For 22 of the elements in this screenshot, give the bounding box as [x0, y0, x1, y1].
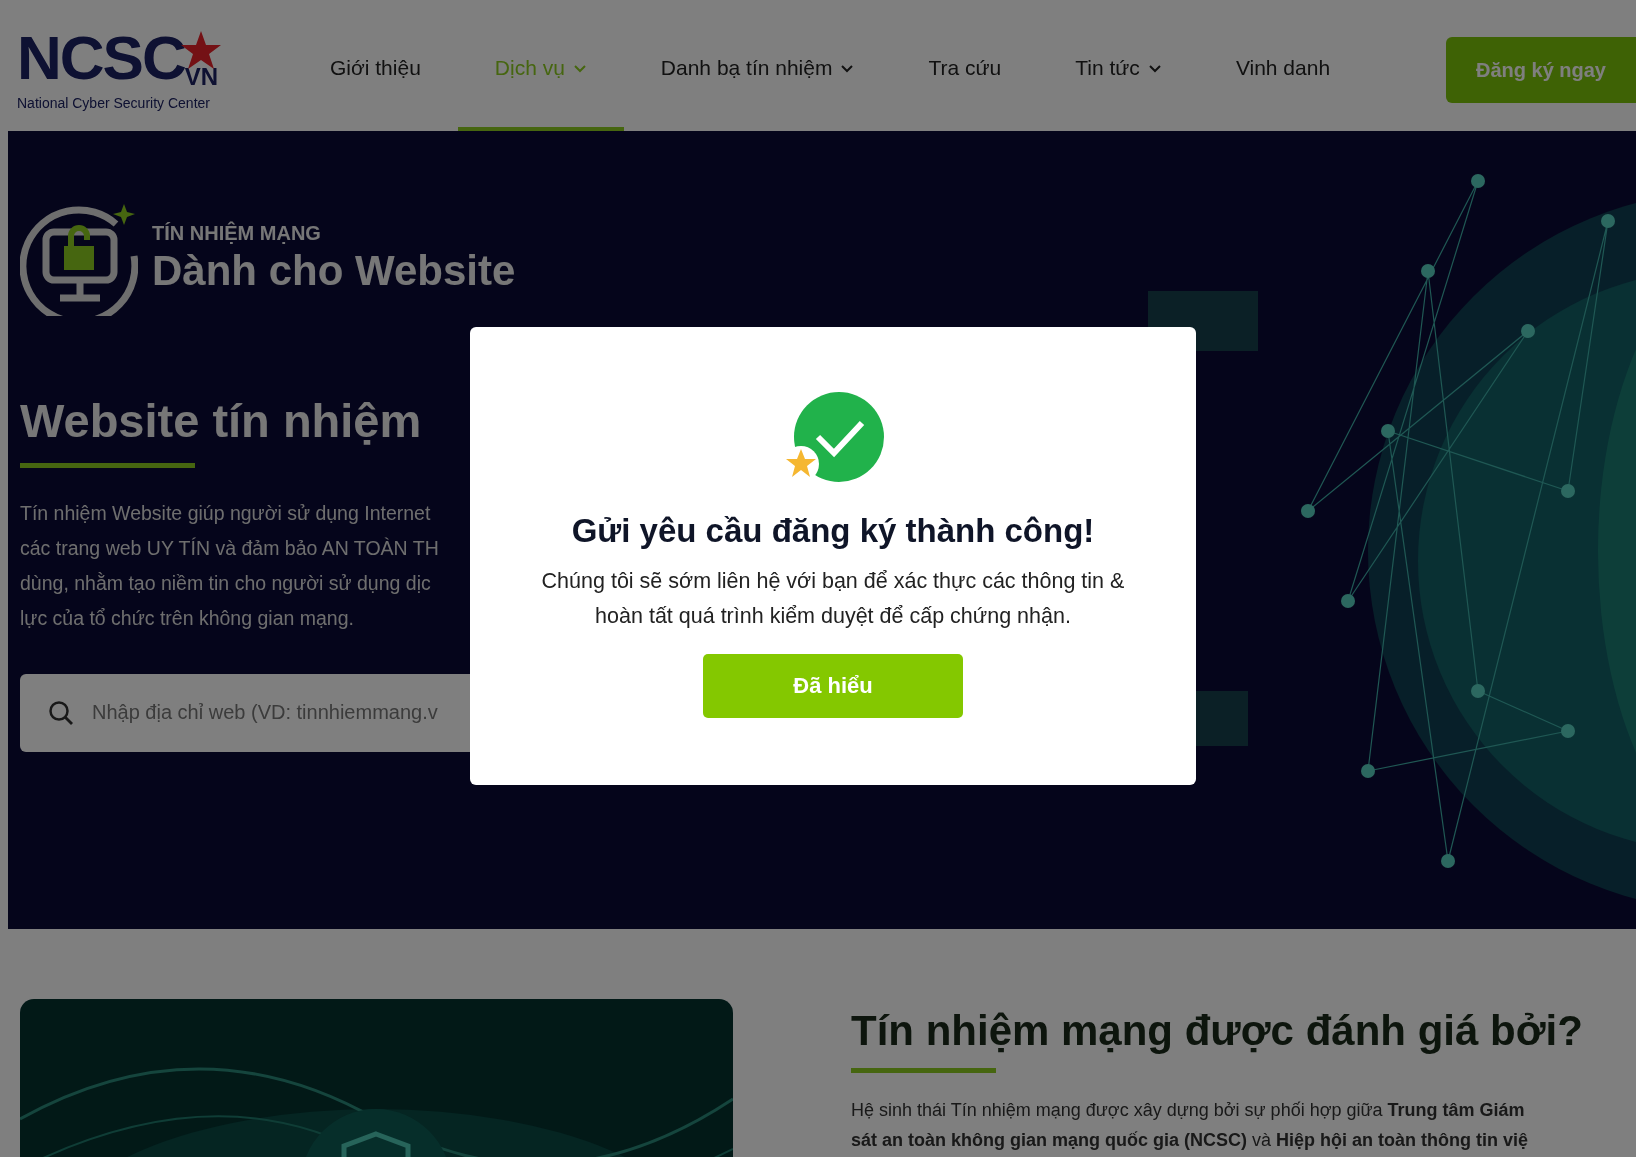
description-line: các trang web UY TÍN và đảm bảo AN TOÀN TH — [20, 535, 439, 561]
nav-link[interactable]: Tin tức — [1038, 9, 1199, 131]
hero-title: Website tín nhiệm — [20, 393, 422, 449]
modal-title: Gửi yêu cầu đăng ký thành công! — [571, 511, 1095, 551]
description-line: dùng, nhằm tạo niềm tin cho người sử dụng dịc — [20, 570, 431, 596]
nav-link[interactable]: Giới thiệu — [293, 9, 458, 131]
nav-link[interactable]: Danh bạ tín nhiệm — [623, 9, 892, 131]
logo-text: NCSC — [17, 26, 185, 89]
caret-icon — [840, 62, 855, 74]
section-title: Tín nhiệm mạng được đánh giá bởi? — [851, 1006, 1583, 1056]
modal-message: Chúng tôi sẽ sớm liên hệ với bạn để xác thực các thông tin & hoàn tất quá trình kiểm duyệt để cấp chứng nhận. — [540, 567, 1126, 630]
hero-subtitle: Dành cho Website — [152, 247, 516, 295]
caret-icon — [572, 62, 587, 74]
section-paragraph: Hệ sinh thái Tín nhiệm mạng được xây dựng bởi sự phối hợp giữa Trung tâm Giám sát an toàn không gian mạng quốc gia (NCSC) và Hiệp hội an toàn thông tin việ — [851, 1099, 1530, 1152]
nav-link[interactable]: Tra cứu — [891, 9, 1039, 131]
logo-tagline: National Cyber Security Center — [17, 93, 211, 113]
logo-suffix: VN — [184, 64, 219, 89]
caret-icon — [1147, 62, 1162, 74]
description-line: lực của tổ chức trên không gian mạng. — [20, 605, 354, 631]
description-line: Tín nhiệm Website giúp người sử dụng Internet — [20, 500, 431, 526]
hero-eyebrow: TÍN NHIỆM MẠNG — [152, 220, 322, 246]
nav-link[interactable]: Vinh danh — [1198, 9, 1368, 131]
